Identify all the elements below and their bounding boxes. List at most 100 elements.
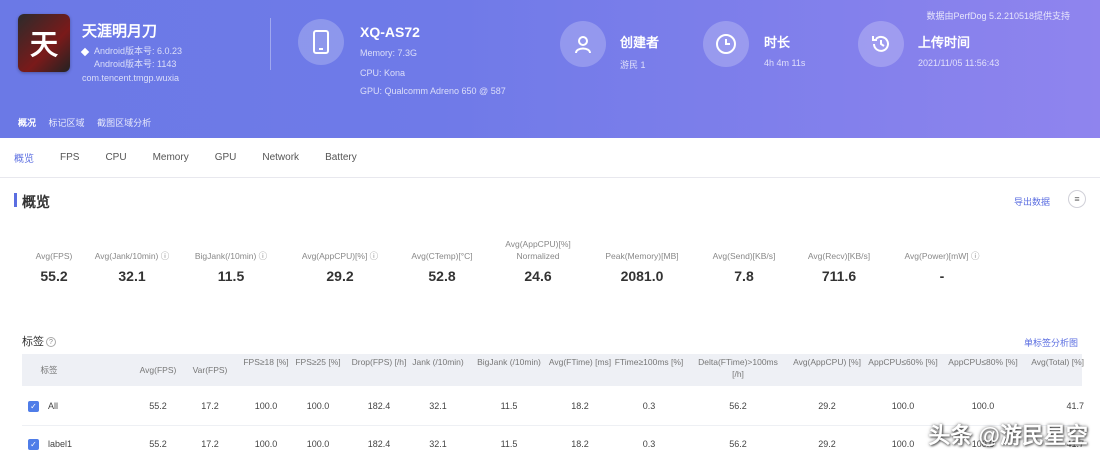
app-name: 天涯明月刀: [82, 23, 158, 40]
app-package: com.tencent.tmgp.wuxia: [82, 73, 180, 83]
metric-ctemp: Avg(CTemp)[°C] 52.8: [392, 238, 492, 284]
row-checkbox[interactable]: ✓: [28, 439, 39, 450]
metric-label: Avg(Recv)[KB/s]: [807, 251, 871, 261]
tab-network[interactable]: Network: [262, 146, 299, 169]
app-build: Android版本号: 1143: [94, 59, 177, 69]
metric-value: -: [939, 268, 945, 284]
metric-app-cpu-normalized: Avg(AppCPU)[%] Normalized 24.6: [488, 238, 588, 284]
col-header: 标签: [40, 365, 58, 375]
metric-label: Avg(Jank/10min) ⓘ: [94, 251, 170, 261]
table-cell: 182.4: [367, 439, 391, 449]
label-chart-link[interactable]: 单标签分析图: [1024, 336, 1078, 349]
table-cell: 182.4: [367, 401, 391, 411]
metric-jank: Avg(Jank/10min) ⓘ 32.1: [82, 238, 182, 284]
col-header: FPS≥25 [%]: [295, 357, 341, 367]
row-checkbox[interactable]: ✓: [28, 401, 39, 412]
table-row[interactable]: ✓ label1 55.2 17.2 100.0 100.0 182.4 32.…: [22, 426, 1084, 462]
metric-bigjank: BigJank(/10min) ⓘ 11.5: [181, 238, 281, 284]
col-header: Drop(FPS) [/h]: [351, 357, 407, 367]
metric-label: BigJank(/10min) ⓘ: [194, 251, 268, 261]
android-icon: [80, 47, 90, 57]
table-cell: 18.2: [571, 401, 589, 411]
table-header: 标签 Avg(FPS) Var(FPS) FPS≥18 [%] FPS≥25 […: [22, 354, 1084, 386]
col-header: Var(FPS): [192, 365, 228, 375]
col-header: Avg(Total) [%]: [1031, 357, 1084, 367]
breadcrumb-screenshot-analysis[interactable]: 截图区域分析: [97, 118, 151, 128]
metric-power: Avg(Power)[mW] ⓘ -: [892, 238, 992, 284]
breadcrumb-overview[interactable]: 概况: [18, 118, 36, 128]
upload-label: 上传时间: [918, 35, 971, 50]
duration-value: 4h 4m 11s: [764, 58, 806, 68]
tab-battery[interactable]: Battery: [325, 146, 357, 169]
metric-label: Avg(CTemp)[°C]: [411, 251, 473, 261]
creator-value: 游民 1: [620, 60, 646, 70]
breadcrumb-marked-range[interactable]: 标记区域: [49, 118, 85, 128]
upload-value: 2021/11/05 11:56:43: [918, 58, 1000, 68]
metric-value: 7.8: [734, 268, 754, 284]
table-cell: 100.0: [254, 401, 278, 411]
breadcrumb: 概况 标记区域 截图区域分析: [18, 116, 161, 129]
duration-label: 时长: [764, 35, 791, 50]
metric-label: Peak(Memory)[MB]: [605, 251, 679, 261]
tab-memory[interactable]: Memory: [153, 146, 189, 169]
labels-section-title: 标签?: [22, 333, 56, 349]
table-cell: 100.0: [306, 439, 330, 449]
metric-value: 24.6: [524, 268, 552, 284]
table-row[interactable]: ✓ All 55.2 17.2 100.0 100.0 182.4 32.1 1…: [22, 388, 1084, 426]
app-icon: 天: [18, 14, 70, 72]
metric-app-cpu: Avg(AppCPU)[%] ⓘ 29.2: [290, 238, 390, 284]
table-cell: 29.2: [818, 401, 836, 411]
col-header: Jank (/10min): [412, 357, 464, 367]
phone-icon: [298, 19, 344, 65]
user-icon: [560, 21, 606, 67]
table-cell: 32.1: [429, 439, 447, 449]
menu-button[interactable]: ≡: [1068, 190, 1086, 208]
col-header: BigJank (/10min): [477, 357, 541, 367]
powered-by-note: 数据由PerfDog 5.2.210518提供支持: [926, 11, 1070, 21]
export-link[interactable]: 导出数据: [1014, 195, 1050, 208]
table-cell: 0.3: [642, 401, 656, 411]
col-header: Avg(AppCPU) [%]: [793, 357, 861, 367]
device-cpu: CPU: Kona: [360, 68, 406, 78]
history-icon: [858, 21, 904, 67]
table-cell: 0.3: [642, 439, 656, 449]
metric-label: Avg(Power)[mW] ⓘ: [904, 251, 980, 261]
header-banner: 天 天涯明月刀 Android版本号: 6.0.23 Android版本号: 1…: [0, 0, 1100, 138]
watermark: 头条 @游民星空: [928, 423, 1088, 448]
metric-label: Avg(AppCPU)[%] Normalized: [505, 239, 571, 261]
table-cell: 56.2: [729, 401, 747, 411]
metric-peak-memory: Peak(Memory)[MB] 2081.0: [592, 238, 692, 284]
col-header: FPS≥18 [%]: [243, 357, 289, 367]
help-icon[interactable]: ?: [46, 337, 56, 348]
table-cell: 100.0: [971, 401, 995, 411]
col-header: AppCPU≤60% [%]: [868, 357, 938, 367]
table-cell: 41.7: [1066, 401, 1084, 411]
metric-label: Avg(AppCPU)[%] ⓘ: [301, 251, 379, 261]
metric-value: 11.5: [217, 268, 245, 284]
table-cell: 29.2: [818, 439, 836, 449]
table-cell: 11.5: [500, 439, 518, 449]
overview-title: 概览: [22, 194, 50, 210]
table-cell: 100.0: [254, 439, 278, 449]
app-version: Android版本号: 6.0.23: [94, 46, 183, 56]
labels-title-text: 标签: [22, 336, 44, 348]
device-memory: Memory: 7.3G: [360, 48, 418, 58]
tab-overview[interactable]: 概览: [14, 144, 34, 171]
table-cell: 11.5: [500, 401, 518, 411]
tab-gpu[interactable]: GPU: [215, 146, 237, 169]
table-cell: 18.2: [571, 439, 589, 449]
table-cell: 17.2: [201, 401, 219, 411]
metric-value: 52.8: [428, 268, 456, 284]
device-name: XQ-AS72: [360, 24, 420, 40]
table-cell: 55.2: [149, 439, 167, 449]
section-accent-bar: [14, 193, 17, 207]
clock-icon: [703, 21, 749, 67]
tab-cpu[interactable]: CPU: [105, 146, 126, 169]
row-name: label1: [48, 439, 73, 449]
tab-bar: 概览 FPS CPU Memory GPU Network Battery: [0, 138, 1100, 178]
metric-value: 711.6: [821, 268, 857, 284]
tab-fps[interactable]: FPS: [60, 146, 79, 169]
metric-value: 2081.0: [620, 268, 664, 284]
table-cell: 55.2: [149, 401, 167, 411]
table-cell: 17.2: [201, 439, 219, 449]
